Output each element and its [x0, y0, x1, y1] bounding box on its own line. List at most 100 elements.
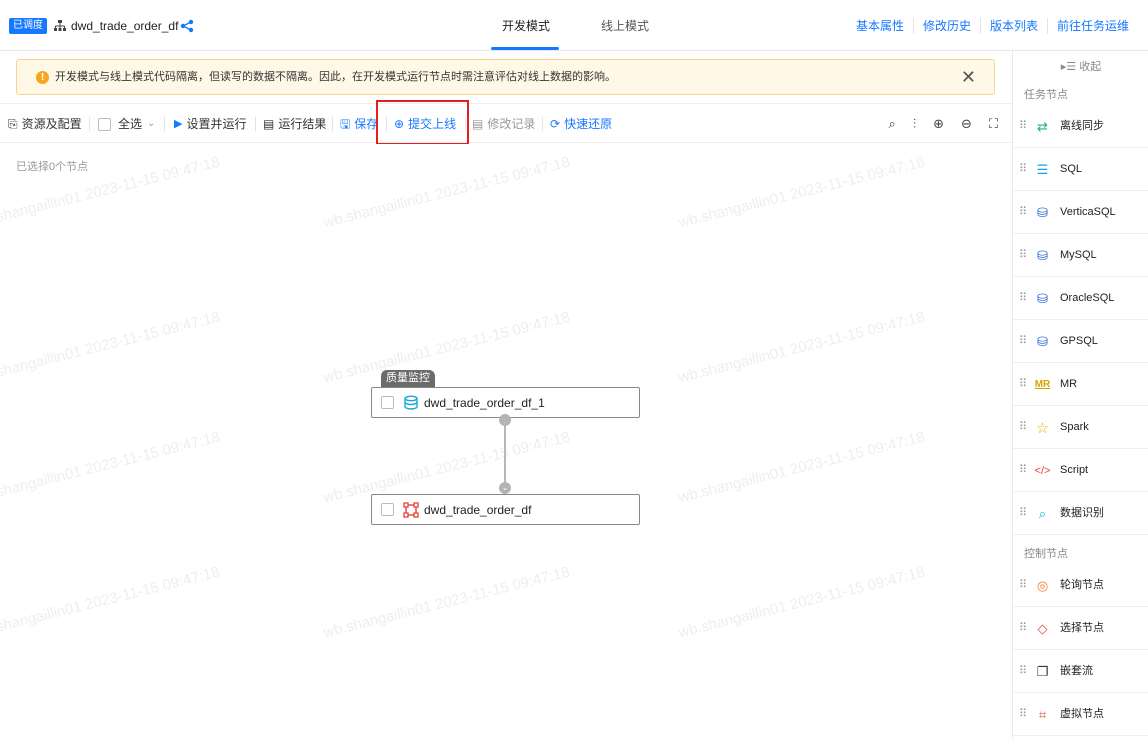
- palette-item-sql[interactable]: ⠿ ☰ SQL: [1013, 148, 1148, 191]
- palette-item-nested-flow[interactable]: ⠿ ❐ 嵌套流: [1013, 650, 1148, 693]
- chevron-down-icon[interactable]: ⌄: [147, 116, 155, 132]
- palette-item-choice-node[interactable]: ⠿ ◇ 选择节点: [1013, 607, 1148, 650]
- zoom-out-icon[interactable]: ⊖: [961, 116, 972, 132]
- fullscreen-icon[interactable]: ⛶: [989, 116, 998, 132]
- drag-handle-icon[interactable]: ⠿: [1019, 463, 1027, 476]
- control-section-title: 控制节点: [1024, 548, 1068, 560]
- palette-item-label: SQL: [1060, 163, 1083, 175]
- modify-record-label: 修改记录: [487, 117, 536, 131]
- quality-monitor-tag: 质量监控: [381, 370, 435, 387]
- drag-handle-icon[interactable]: ⠿: [1019, 578, 1027, 591]
- drag-handle-icon[interactable]: ⠿: [1019, 291, 1027, 304]
- run-result-button[interactable]: ▤ 运行结果: [263, 116, 326, 132]
- job-title: dwd_trade_order_df: [71, 19, 179, 33]
- divider: [255, 117, 256, 131]
- sync-icon: ⇄: [1037, 118, 1048, 134]
- watermark: wb.shangaillin01 2023-11-15 09:47:18: [676, 428, 927, 507]
- tab-online-mode[interactable]: 线上模式: [601, 18, 649, 34]
- dag-canvas[interactable]: 已选择0个节点 wb.shangaillin01 2023-11-15 09:4…: [0, 144, 1012, 739]
- header-links: 基本属性 修改历史 版本列表 前往任务运维: [847, 18, 1138, 34]
- select-all-checkbox[interactable]: 全选 ⌄: [98, 116, 155, 132]
- task-section-title: 任务节点: [1024, 89, 1068, 101]
- drag-handle-icon[interactable]: ⠿: [1019, 377, 1027, 390]
- drag-handle-icon[interactable]: ⠿: [1019, 205, 1027, 218]
- resources-config-button[interactable]: ⎘ 资源及配置: [8, 116, 82, 132]
- drag-handle-icon[interactable]: ⠿: [1019, 506, 1027, 519]
- palette-item-oraclesql[interactable]: ⠿ ⛁ OracleSQL: [1013, 277, 1148, 320]
- code-icon: </>: [1034, 464, 1051, 477]
- palette-item-spark[interactable]: ⠿ ☆ Spark: [1013, 406, 1148, 449]
- drag-handle-icon[interactable]: ⠿: [1019, 621, 1027, 634]
- resources-config-label: 资源及配置: [21, 117, 82, 131]
- drag-handle-icon[interactable]: ⠿: [1019, 420, 1027, 433]
- watermark: wb.shangaillin01 2023-11-15 09:47:18: [321, 563, 572, 642]
- collapse-button[interactable]: ▸☰ 收起: [1013, 58, 1148, 74]
- drag-handle-icon[interactable]: ⠿: [1019, 334, 1027, 347]
- palette-item-label: 嵌套流: [1060, 665, 1093, 677]
- drag-handle-icon[interactable]: ⠿: [1019, 707, 1027, 720]
- dag-node-virtual[interactable]: dwd_trade_order_df: [371, 494, 640, 525]
- tree-icon: [54, 20, 66, 31]
- palette-item-gpsql[interactable]: ⠿ ⛁ GPSQL: [1013, 320, 1148, 363]
- palette-item-script[interactable]: ⠿ </> Script: [1013, 449, 1148, 492]
- scan-icon: ⌕: [1038, 505, 1047, 521]
- link-version-list[interactable]: 版本列表: [979, 18, 1047, 34]
- play-icon: ▶: [174, 118, 183, 130]
- quick-restore-button[interactable]: ⟳ 快速还原: [550, 116, 612, 132]
- notice-text: 开发模式与线上模式代码隔离，但读写的数据不隔离。因此，在开发模式运行节点时需注意…: [55, 71, 616, 83]
- canvas-tools: ⌕ ⫶ ⊕ ⊖ ⛶: [889, 116, 998, 132]
- database-icon: ☰: [1036, 161, 1049, 177]
- link-basic-properties[interactable]: 基本属性: [847, 18, 913, 34]
- set-and-run-label: 设置并运行: [186, 117, 247, 131]
- quick-restore-label: 快速还原: [564, 117, 613, 131]
- palette-item-offline-sync[interactable]: ⠿ ⇄ 离线同步: [1013, 105, 1148, 148]
- save-button[interactable]: 🖫 保存: [340, 116, 378, 132]
- node-palette-sidebar: ▸☰ 收起 任务节点 ⠿ ⇄ 离线同步 ⠿ ☰ SQL ⠿ ⛁ VerticaS…: [1012, 51, 1148, 739]
- close-icon[interactable]: ✕: [961, 67, 976, 87]
- palette-item-verticasql[interactable]: ⠿ ⛁ VerticaSQL: [1013, 191, 1148, 234]
- palette-item-virtual-node[interactable]: ⠿ ⌗ 虚拟节点: [1013, 693, 1148, 736]
- status-badge: 已调度: [9, 18, 47, 34]
- palette-item-label: Script: [1060, 464, 1089, 476]
- share-icon[interactable]: [180, 19, 194, 33]
- palette-item-mysql[interactable]: ⠿ ⛁ MySQL: [1013, 234, 1148, 277]
- link-task-ops[interactable]: 前往任务运维: [1046, 18, 1138, 34]
- link-modify-history[interactable]: 修改历史: [912, 18, 980, 34]
- nested-flow-icon: ❐: [1036, 663, 1049, 679]
- selected-count: 已选择0个节点: [16, 161, 89, 173]
- checkbox[interactable]: [98, 117, 111, 131]
- search-icon[interactable]: ⌕: [889, 116, 896, 132]
- divider: [164, 117, 165, 131]
- gp-db-icon: ⛁: [1037, 333, 1048, 349]
- database-icon: [404, 395, 418, 410]
- watermark: wb.shangaillin01 2023-11-15 09:47:18: [0, 428, 222, 507]
- watermark: wb.shangaillin01 2023-11-15 09:47:18: [321, 153, 572, 232]
- palette-item-label: MySQL: [1060, 249, 1097, 261]
- node-label: dwd_trade_order_df: [424, 503, 532, 517]
- set-and-run-button[interactable]: ▶ 设置并运行: [174, 116, 246, 132]
- palette-item-label: 数据识别: [1060, 507, 1104, 519]
- drag-handle-icon[interactable]: ⠿: [1019, 119, 1027, 132]
- mr-icon: MR: [1034, 379, 1051, 390]
- drag-handle-icon[interactable]: ⠿: [1019, 162, 1027, 175]
- drag-handle-icon[interactable]: ⠿: [1019, 248, 1027, 261]
- palette-item-label: VerticaSQL: [1060, 206, 1116, 218]
- palette-item-label: MR: [1060, 378, 1078, 390]
- palette-item-polling-node[interactable]: ⠿ ◎ 轮询节点: [1013, 564, 1148, 607]
- watermark: wb.shangaillin01 2023-11-15 09:47:18: [0, 563, 222, 642]
- palette-item-mr[interactable]: ⠿ MR MR: [1013, 363, 1148, 406]
- active-tab-indicator: [491, 47, 559, 50]
- layout-tree-icon[interactable]: ⫶: [913, 116, 916, 132]
- node-checkbox[interactable]: [381, 396, 394, 409]
- palette-item-label: Spark: [1060, 421, 1089, 433]
- modify-record-button[interactable]: ▤ 修改记录: [472, 116, 535, 132]
- select-all-label: 全选: [118, 117, 143, 131]
- palette-item-data-recognition[interactable]: ⠿ ⌕ 数据识别: [1013, 492, 1148, 535]
- tab-dev-mode[interactable]: 开发模式: [502, 18, 550, 34]
- node-checkbox[interactable]: [381, 503, 394, 516]
- input-port[interactable]: ⌄: [499, 482, 511, 494]
- watermark: wb.shangaillin01 2023-11-15 09:47:18: [676, 563, 927, 642]
- palette-item-label: 虚拟节点: [1060, 708, 1104, 720]
- drag-handle-icon[interactable]: ⠿: [1019, 664, 1027, 677]
- zoom-in-icon[interactable]: ⊕: [933, 116, 944, 132]
